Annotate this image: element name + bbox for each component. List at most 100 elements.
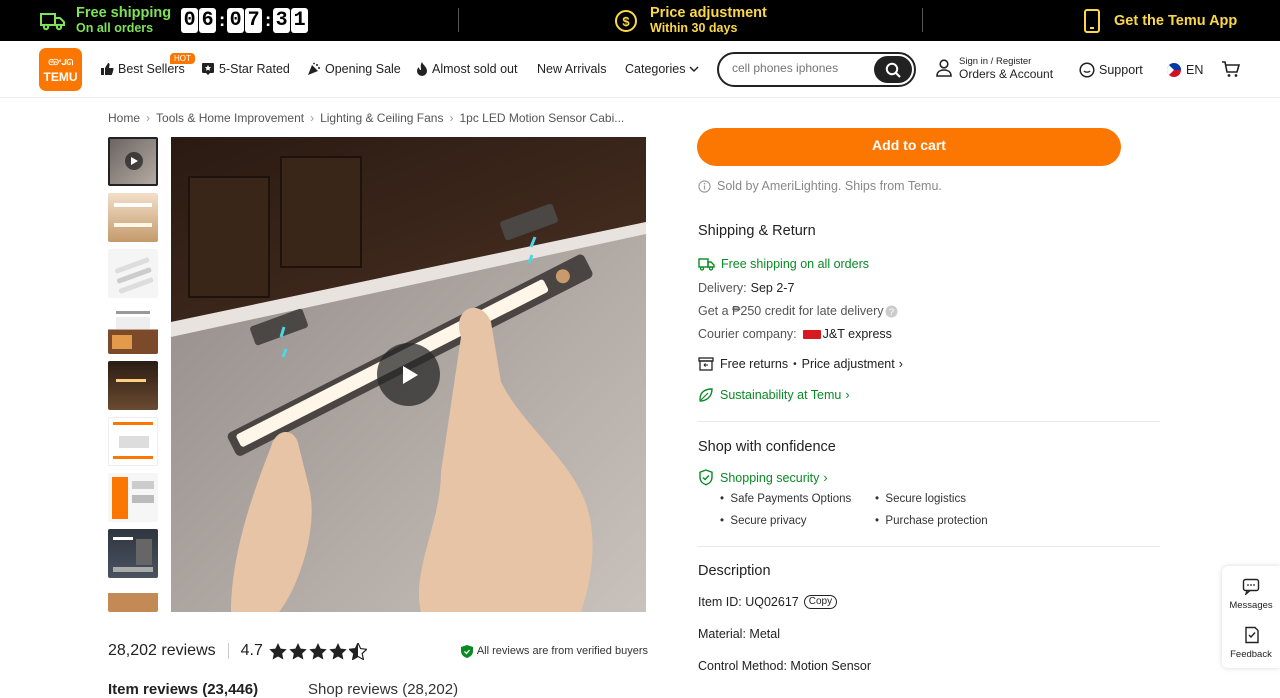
help-icon[interactable]: ? bbox=[885, 305, 898, 318]
confidence-item: • Purchase protection bbox=[875, 515, 988, 527]
countdown-timer: 06:07:31 bbox=[181, 8, 309, 33]
thumbnail-image[interactable] bbox=[108, 361, 158, 410]
get-app-label: Get the Temu App bbox=[1114, 12, 1238, 29]
star-icon bbox=[329, 642, 347, 659]
add-to-cart-button[interactable]: Add to cart bbox=[697, 128, 1121, 166]
confidence-item: • Secure privacy bbox=[720, 515, 807, 527]
returns-link[interactable]: Free returns • Price adjustment › bbox=[698, 357, 903, 371]
countdown-digit: 3 bbox=[273, 8, 291, 33]
product-main-image[interactable] bbox=[171, 137, 646, 612]
support-button[interactable]: Support bbox=[1079, 62, 1143, 78]
play-video-button[interactable] bbox=[377, 343, 440, 406]
price-adjustment-text: Price adjustment bbox=[801, 357, 895, 371]
nav-opening-sale[interactable]: Opening Sale bbox=[307, 62, 401, 76]
cart-icon bbox=[1222, 61, 1241, 77]
description-title: Description bbox=[698, 563, 771, 579]
temu-logo[interactable]: ᘓᘐᐤᒍᘏ TEMU bbox=[39, 48, 82, 91]
free-shipping-link[interactable]: Free shipping on all orders bbox=[698, 257, 869, 271]
countdown-digit: 7 bbox=[245, 8, 263, 33]
nav-categories-label: Categories bbox=[625, 62, 686, 76]
nav-best-sellers[interactable]: Best Sellers bbox=[100, 62, 185, 76]
logo-text: TEMU bbox=[43, 70, 78, 84]
chevron-right-icon: › bbox=[845, 388, 850, 402]
courier-info: Courier company: J&T express bbox=[698, 327, 892, 341]
nav-five-star-label: 5-Star Rated bbox=[219, 62, 290, 76]
verified-notice: All reviews are from verified buyers bbox=[460, 644, 648, 658]
truck-icon bbox=[40, 12, 65, 30]
breadcrumb: Home › Tools & Home Improvement › Lighting… bbox=[108, 111, 625, 125]
shopping-security-link[interactable]: Shopping security › bbox=[698, 469, 828, 486]
cart-button[interactable] bbox=[1221, 60, 1241, 78]
free-shipping-text: Free shipping on all orders bbox=[721, 257, 869, 271]
divider bbox=[227, 643, 229, 659]
promo-bar: Free shipping On all orders 06:07:31 $ P… bbox=[0, 0, 1280, 41]
ph-flag-icon bbox=[1167, 63, 1181, 77]
orders-account-label: Orders & Account bbox=[959, 67, 1054, 81]
free-shipping-promo[interactable]: Free shipping On all orders 06:07:31 bbox=[40, 0, 309, 41]
countdown-digit: 0 bbox=[181, 8, 199, 33]
language-selector[interactable]: EN bbox=[1166, 62, 1203, 78]
svg-text:?: ? bbox=[889, 307, 894, 317]
nav-almost-sold-out[interactable]: Almost sold out bbox=[416, 62, 517, 76]
chevron-right-icon: › bbox=[898, 357, 903, 371]
breadcrumb-item[interactable]: Lighting & Ceiling Fans bbox=[320, 111, 443, 125]
confidence-item-text: Secure privacy bbox=[730, 515, 807, 527]
price-adjustment-title: Price adjustment bbox=[650, 4, 767, 21]
nav-new-arrivals[interactable]: New Arrivals bbox=[537, 62, 606, 76]
thumbnail-image[interactable] bbox=[108, 473, 158, 522]
thumbnail-image[interactable] bbox=[108, 585, 158, 612]
search-icon bbox=[885, 62, 901, 78]
thumbnail-video[interactable] bbox=[108, 137, 158, 186]
breadcrumb-current: 1pc LED Motion Sensor Cabi... bbox=[459, 111, 625, 125]
copy-button[interactable]: Copy bbox=[803, 595, 838, 609]
chevron-right-icon: › bbox=[823, 470, 828, 485]
courier-logo bbox=[802, 329, 821, 339]
thumbnail-image[interactable] bbox=[108, 249, 158, 298]
price-adjustment-promo[interactable]: $ Price adjustment Within 30 days bbox=[614, 0, 767, 41]
search-input[interactable] bbox=[732, 61, 872, 75]
thumbs-up-icon bbox=[101, 63, 114, 75]
half-star-icon bbox=[348, 642, 367, 660]
hot-badge: HOT bbox=[170, 53, 195, 64]
account-menu[interactable]: Sign in / Register Orders & Account bbox=[936, 56, 1053, 80]
chevron-down-icon bbox=[689, 66, 699, 73]
get-app-promo[interactable]: Get the Temu App bbox=[1083, 0, 1237, 41]
delivery-date: Sep 2-7 bbox=[750, 281, 795, 295]
party-popper-icon bbox=[308, 62, 320, 75]
thumbnail-image[interactable] bbox=[108, 193, 158, 242]
thumbnail-image[interactable] bbox=[108, 305, 158, 354]
return-box-icon bbox=[698, 357, 714, 371]
search-button[interactable] bbox=[874, 56, 912, 83]
confidence-item-text: Safe Payments Options bbox=[730, 493, 852, 505]
sold-by-info: Sold by AmeriLighting. Ships from Temu. bbox=[698, 179, 942, 193]
nav-categories[interactable]: Categories bbox=[625, 62, 699, 76]
info-icon bbox=[698, 179, 711, 193]
thumbnail-image[interactable] bbox=[108, 417, 158, 466]
rating-stars bbox=[269, 642, 367, 660]
feedback-label: Feedback bbox=[1230, 649, 1272, 660]
breadcrumb-item[interactable]: Home bbox=[108, 111, 140, 125]
feedback-button[interactable]: Feedback bbox=[1222, 626, 1280, 660]
flame-icon bbox=[417, 62, 427, 76]
thumbnail-list bbox=[108, 137, 159, 619]
shipping-return-title: Shipping & Return bbox=[698, 223, 816, 239]
breadcrumb-item[interactable]: Tools & Home Improvement bbox=[156, 111, 304, 125]
reviews-summary: 28,202 reviews 4.7 All reviews are from … bbox=[108, 640, 648, 662]
nav-almost-sold-out-label: Almost sold out bbox=[432, 62, 518, 76]
shop-confidence-title: Shop with confidence bbox=[698, 439, 836, 455]
star-icon bbox=[289, 642, 307, 659]
review-count[interactable]: 28,202 reviews bbox=[108, 642, 216, 660]
courier-label: Courier company: bbox=[698, 327, 797, 341]
svg-text:$: $ bbox=[622, 14, 630, 29]
material-row: Material: Metal bbox=[698, 627, 780, 641]
sustainability-link[interactable]: Sustainability at Temu › bbox=[698, 387, 850, 403]
sustainability-text: Sustainability at Temu bbox=[720, 388, 842, 402]
countdown-digit: 1 bbox=[291, 8, 309, 33]
leaf-icon bbox=[699, 388, 713, 402]
rating-value: 4.7 bbox=[240, 642, 263, 659]
thumbnail-image[interactable] bbox=[108, 529, 158, 578]
messages-button[interactable]: Messages bbox=[1222, 578, 1280, 611]
sold-by-text: Sold by AmeriLighting. Ships from Temu. bbox=[717, 179, 942, 193]
floating-actions: Messages Feedback bbox=[1222, 566, 1280, 668]
nav-five-star[interactable]: 5-Star Rated bbox=[201, 62, 290, 76]
